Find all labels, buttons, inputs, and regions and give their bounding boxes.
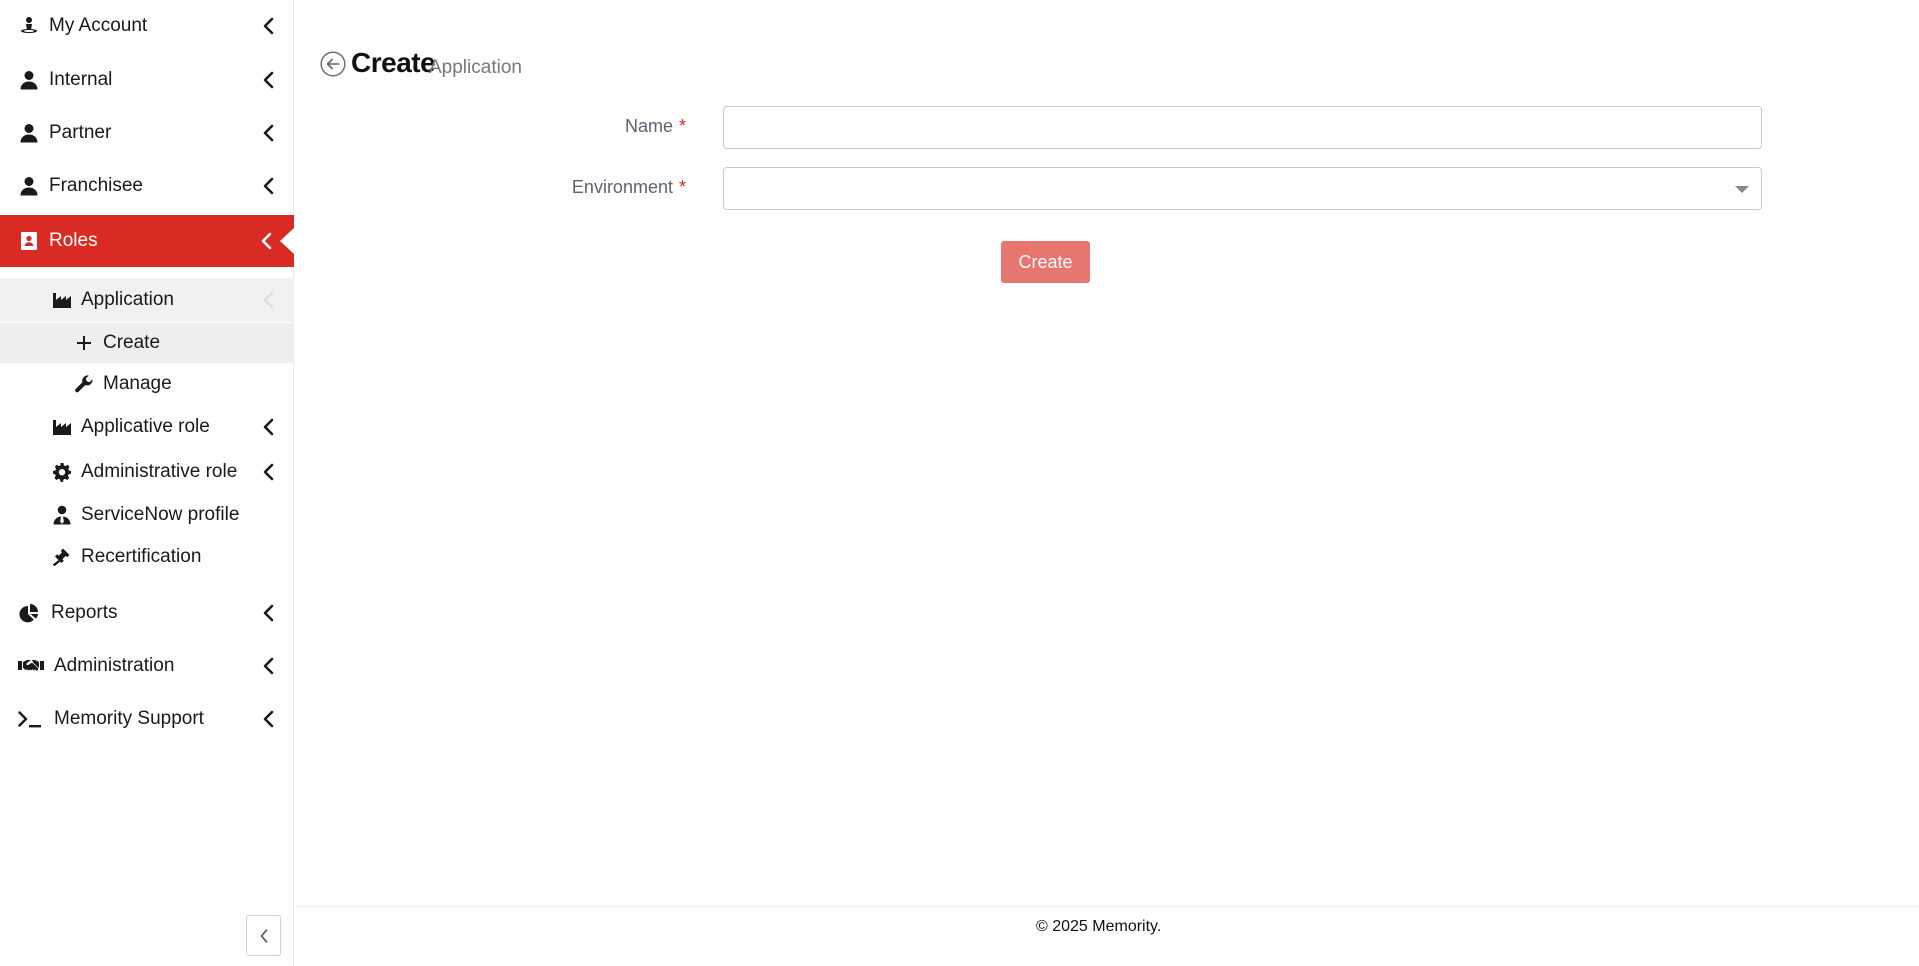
create-button[interactable]: Create bbox=[1001, 241, 1090, 283]
footer bbox=[295, 906, 1919, 966]
sidebar-item-label: Applicative role bbox=[81, 416, 210, 437]
chevron-left-icon bbox=[262, 290, 274, 310]
sidebar-item-manage[interactable]: Manage bbox=[0, 364, 294, 404]
name-label-text: Name bbox=[624, 116, 673, 136]
environment-label-text: Environment bbox=[571, 177, 673, 197]
user-icon bbox=[18, 175, 40, 197]
sidebar-item-label: My Account bbox=[49, 15, 148, 36]
chevron-left-icon bbox=[262, 16, 274, 36]
sidebar-item-my-account[interactable]: My Account bbox=[0, 0, 294, 52]
chevron-left-icon bbox=[260, 928, 267, 943]
sidebar-item-label: Franchisee bbox=[49, 175, 143, 196]
sidebar-item-memority-support[interactable]: Memority Support bbox=[0, 693, 294, 745]
gavel-icon bbox=[51, 546, 73, 568]
chevron-left-icon bbox=[262, 709, 274, 729]
plus-icon bbox=[73, 332, 95, 354]
sidebar-item-label: Administration bbox=[54, 655, 175, 676]
wrench-icon bbox=[73, 373, 95, 395]
gear-icon bbox=[51, 461, 73, 483]
handshake-icon bbox=[18, 655, 44, 677]
page-subtitle: Application bbox=[429, 57, 522, 78]
sidebar-item-label: Create bbox=[103, 332, 161, 353]
chevron-left-icon bbox=[262, 70, 274, 90]
sidebar-item-label: Partner bbox=[49, 122, 112, 143]
user-icon bbox=[18, 122, 40, 144]
user-icon bbox=[18, 69, 40, 91]
sidebar-item-recertification[interactable]: Recertification bbox=[0, 535, 294, 579]
sidebar-item-label: Administrative role bbox=[81, 461, 238, 482]
required-mark: * bbox=[678, 177, 686, 197]
sidebar-item-servicenow-profile[interactable]: ServiceNow profile bbox=[0, 493, 294, 537]
id-badge-icon bbox=[18, 230, 40, 252]
sidebar-item-reports[interactable]: Reports bbox=[0, 587, 294, 639]
sidebar-item-administration[interactable]: Administration bbox=[0, 640, 294, 692]
back-button[interactable] bbox=[320, 51, 346, 77]
collapse-sidebar-button[interactable] bbox=[246, 915, 281, 956]
sidebar-item-partner[interactable]: Partner bbox=[0, 107, 294, 159]
sidebar-item-label: Manage bbox=[103, 373, 172, 394]
sidebar-item-application[interactable]: Application bbox=[0, 278, 294, 322]
sidebar-item-create[interactable]: Create bbox=[0, 323, 294, 363]
page-title: Create bbox=[351, 47, 436, 78]
sidebar-item-label: Recertification bbox=[81, 546, 202, 567]
footer-copyright: © 2025 Memority. bbox=[1036, 918, 1162, 935]
chevron-left-icon bbox=[262, 417, 274, 437]
user-map-icon bbox=[18, 15, 40, 37]
sidebar-item-franchisee[interactable]: Franchisee bbox=[0, 160, 294, 212]
sidebar-item-label: Application bbox=[81, 289, 174, 310]
sidebar-item-administrative-role[interactable]: Administrative role bbox=[0, 450, 294, 494]
required-mark: * bbox=[678, 116, 686, 136]
terminal-icon bbox=[18, 708, 44, 730]
environment-select[interactable] bbox=[723, 167, 1762, 210]
industry-icon bbox=[51, 416, 73, 438]
name-input[interactable] bbox=[723, 106, 1762, 149]
chevron-left-icon bbox=[262, 176, 274, 196]
chevron-left-icon bbox=[262, 462, 274, 482]
arrow-circle-left-icon bbox=[320, 51, 346, 77]
chevron-left-icon bbox=[260, 231, 272, 251]
chevron-left-icon bbox=[262, 123, 274, 143]
sidebar-item-label: Reports bbox=[51, 602, 118, 623]
environment-label: Environment * bbox=[572, 177, 686, 198]
sidebar-item-label: ServiceNow profile bbox=[81, 504, 240, 525]
caret-down-icon bbox=[1735, 186, 1749, 193]
sidebar-item-applicative-role[interactable]: Applicative role bbox=[0, 405, 294, 449]
sidebar-item-roles[interactable]: Roles bbox=[0, 215, 294, 267]
chevron-left-icon bbox=[262, 656, 274, 676]
sidebar-item-label: Roles bbox=[49, 230, 98, 251]
pie-chart-icon bbox=[18, 602, 40, 624]
chevron-left-icon bbox=[262, 603, 274, 623]
sidebar-item-internal[interactable]: Internal bbox=[0, 54, 294, 106]
name-label: Name * bbox=[625, 116, 686, 137]
user-tie-icon bbox=[51, 504, 73, 526]
sidebar: My Account Internal Partner Franchisee R… bbox=[0, 0, 294, 966]
sidebar-item-label: Memority Support bbox=[54, 708, 204, 729]
sidebar-item-label: Internal bbox=[49, 69, 113, 90]
industry-icon bbox=[51, 289, 73, 311]
